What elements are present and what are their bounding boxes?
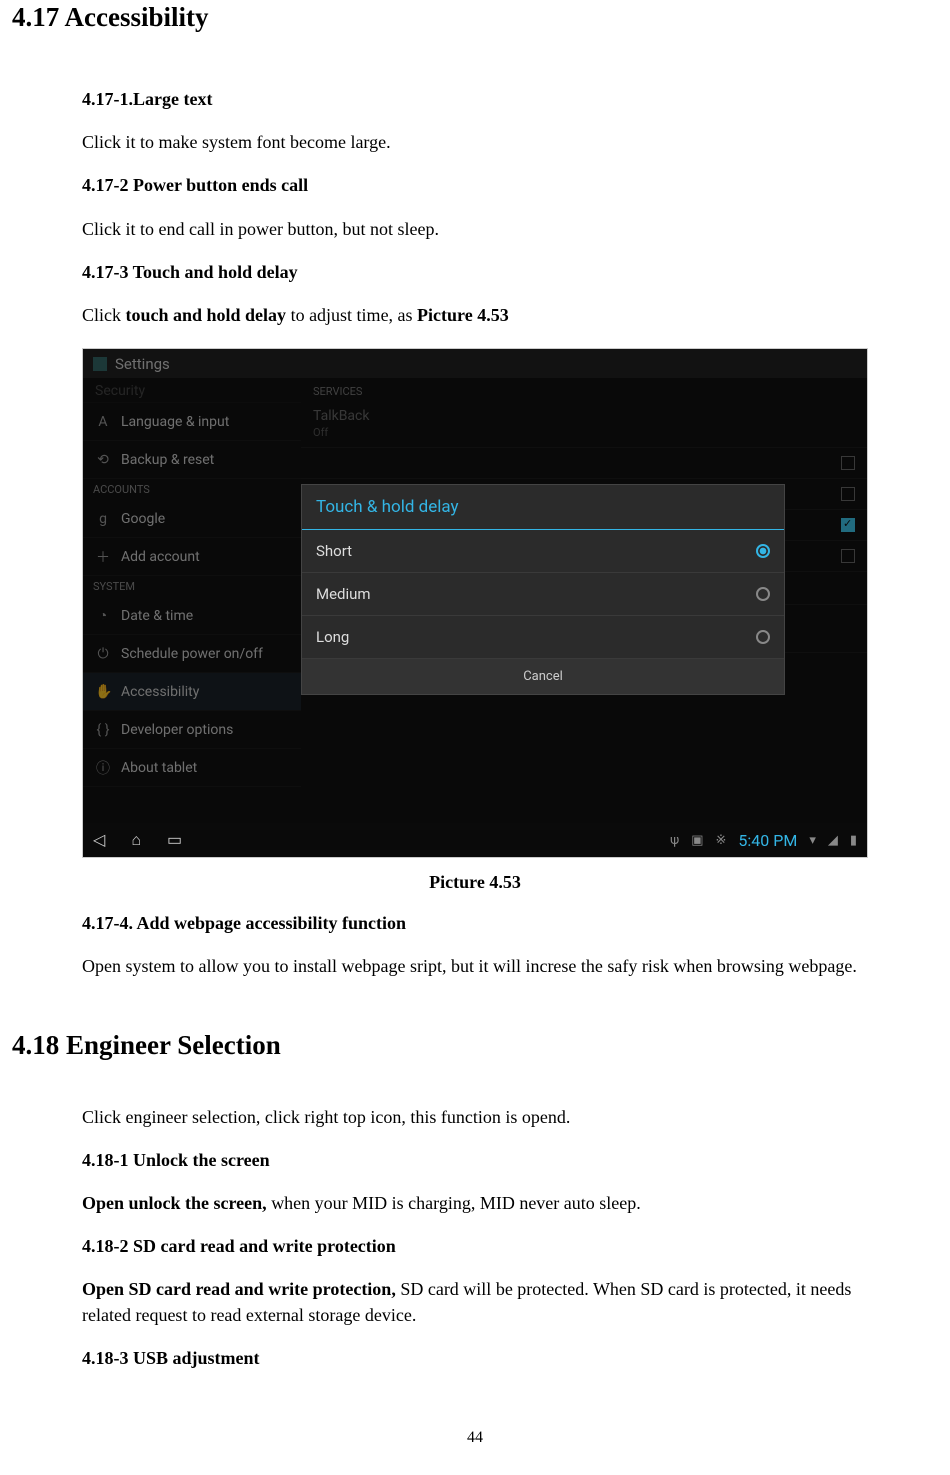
sub-4172-heading: 4.17-2 Power button ends call bbox=[82, 173, 868, 198]
sub-4173-text: Click touch and hold delay to adjust tim… bbox=[82, 303, 868, 328]
sub-4182-heading: 4.18-2 SD card read and write protection bbox=[82, 1234, 868, 1259]
checkbox-icon bbox=[841, 487, 855, 501]
figure-caption: Picture 4.53 bbox=[82, 872, 868, 893]
radio-icon bbox=[756, 544, 770, 558]
sidebar-item-label: Google bbox=[121, 511, 165, 527]
signal-icon: ◢ bbox=[828, 833, 838, 848]
text-picture-ref: Picture 4.53 bbox=[417, 305, 509, 325]
power-icon: ⏻ bbox=[95, 646, 111, 662]
sidebar-item-label: Add account bbox=[121, 549, 200, 565]
clock-icon: ◔ bbox=[95, 607, 111, 624]
sidebar-item-about[interactable]: ⓘ About tablet bbox=[83, 749, 301, 787]
text-unlock-rest: when your MID is charging, MID never aut… bbox=[267, 1193, 641, 1213]
sidebar-item-language[interactable]: A Language & input bbox=[83, 403, 301, 441]
settings-header: Settings bbox=[83, 349, 867, 379]
back-icon[interactable]: ◁ bbox=[93, 830, 105, 850]
checkbox-icon bbox=[841, 518, 855, 532]
touch-hold-delay-dialog: Touch & hold delay Short Medium Long Can… bbox=[301, 484, 785, 695]
text-touch-hold-delay: touch and hold delay bbox=[126, 305, 287, 325]
page-number: 44 bbox=[0, 1429, 950, 1447]
sidebar-item-datetime[interactable]: ◔ Date & time bbox=[83, 597, 301, 635]
bug-icon: ※ bbox=[716, 833, 727, 848]
sidebar-item-label: Security bbox=[95, 383, 145, 399]
sidebar-item-google[interactable]: g Google bbox=[83, 500, 301, 538]
text-click: Click bbox=[82, 305, 126, 325]
checkbox-icon bbox=[841, 456, 855, 470]
section-heading-417: 4.17 Accessibility bbox=[12, 0, 868, 35]
sub-4181-heading: 4.18-1 Unlock the screen bbox=[82, 1148, 868, 1173]
battery-icon: ▮ bbox=[850, 833, 857, 848]
sub-4181-text: Open unlock the screen, when your MID is… bbox=[82, 1191, 868, 1216]
dialog-cancel-button[interactable]: Cancel bbox=[302, 659, 784, 694]
text-open-sd: Open SD card read and write protection, bbox=[82, 1279, 396, 1299]
plus-icon: ＋ bbox=[95, 547, 111, 567]
sub-4173-heading: 4.17-3 Touch and hold delay bbox=[82, 260, 868, 285]
sidebar-item-label: Backup & reset bbox=[121, 452, 214, 468]
home-icon[interactable]: ⌂ bbox=[131, 830, 141, 850]
settings-icon bbox=[93, 357, 107, 371]
right-item-checkbox-1[interactable] bbox=[301, 448, 867, 479]
sidebar-item-label: Language & input bbox=[121, 414, 229, 430]
right-item-label: TalkBack bbox=[313, 408, 369, 424]
status-clock: 5:40 PM bbox=[738, 831, 797, 850]
418-intro-text: Click engineer selection, click right to… bbox=[82, 1105, 868, 1130]
recents-icon[interactable]: ▭ bbox=[167, 830, 182, 850]
sub-4174-text: Open system to allow you to install webp… bbox=[82, 954, 868, 979]
braces-icon: { } bbox=[95, 722, 111, 738]
sub-4171-text: Click it to make system font become larg… bbox=[82, 130, 868, 155]
settings-title: Settings bbox=[115, 355, 170, 373]
sidebar-section-system: SYSTEM bbox=[83, 576, 301, 597]
sidebar-section-accounts: ACCOUNTS bbox=[83, 479, 301, 500]
dialog-option-medium[interactable]: Medium bbox=[302, 573, 784, 616]
sidebar-item-schedule[interactable]: ⏻ Schedule power on/off bbox=[83, 635, 301, 673]
dialog-option-label: Medium bbox=[316, 585, 371, 603]
dialog-option-label: Long bbox=[316, 628, 349, 646]
usb-icon: ψ bbox=[670, 833, 679, 848]
hand-icon: ✋ bbox=[95, 684, 111, 700]
text-open-unlock: Open unlock the screen, bbox=[82, 1193, 267, 1213]
refresh-icon: ⟲ bbox=[95, 452, 111, 468]
sidebar-item-developer[interactable]: { } Developer options bbox=[83, 711, 301, 749]
sidebar-item-label: Developer options bbox=[121, 722, 233, 738]
sidebar-item-security[interactable]: Security bbox=[83, 379, 301, 403]
sidebar-item-label: Accessibility bbox=[121, 684, 199, 700]
google-icon: g bbox=[95, 511, 111, 527]
dialog-option-short[interactable]: Short bbox=[302, 530, 784, 573]
sub-4174-heading: 4.17-4. Add webpage accessibility functi… bbox=[82, 911, 868, 936]
right-item-sublabel: Off bbox=[313, 426, 369, 439]
right-item-talkback[interactable]: TalkBack Off bbox=[301, 400, 867, 448]
sidebar-item-label: Schedule power on/off bbox=[121, 646, 263, 662]
sub-4172-text: Click it to end call in power button, bu… bbox=[82, 217, 868, 242]
sidebar-item-label: Date & time bbox=[121, 608, 193, 624]
dialog-option-long[interactable]: Long bbox=[302, 616, 784, 659]
radio-icon bbox=[756, 587, 770, 601]
sidebar-item-label: About tablet bbox=[121, 760, 197, 776]
sub-4183-heading: 4.18-3 USB adjustment bbox=[82, 1346, 868, 1371]
sidebar-item-add-account[interactable]: ＋ Add account bbox=[83, 538, 301, 576]
checkbox-icon bbox=[841, 549, 855, 563]
screenshot-picture-4-53: Settings Security A Language & input ⟲ Bac… bbox=[82, 348, 868, 858]
system-nav-bar: ◁ ⌂ ▭ ψ ▣ ※ 5:40 PM ▾ ◢ ▮ bbox=[83, 823, 867, 857]
app-icon: ▣ bbox=[691, 833, 703, 848]
wifi-icon: ▾ bbox=[809, 833, 816, 848]
keyboard-icon: A bbox=[95, 414, 111, 430]
sidebar-item-backup[interactable]: ⟲ Backup & reset bbox=[83, 441, 301, 479]
settings-sidebar: Security A Language & input ⟲ Backup & res… bbox=[83, 379, 301, 825]
sub-4171-heading: 4.17-1.Large text bbox=[82, 87, 868, 112]
info-icon: ⓘ bbox=[95, 758, 111, 778]
dialog-title: Touch & hold delay bbox=[302, 485, 784, 530]
text-adjust: to adjust time, as bbox=[286, 305, 417, 325]
right-section-services: SERVICES bbox=[301, 379, 867, 400]
radio-icon bbox=[756, 630, 770, 644]
sub-4182-text: Open SD card read and write protection, … bbox=[82, 1277, 868, 1327]
sidebar-item-accessibility[interactable]: ✋ Accessibility bbox=[83, 673, 301, 711]
section-heading-418: 4.18 Engineer Selection bbox=[12, 1028, 868, 1063]
dialog-option-label: Short bbox=[316, 542, 352, 560]
